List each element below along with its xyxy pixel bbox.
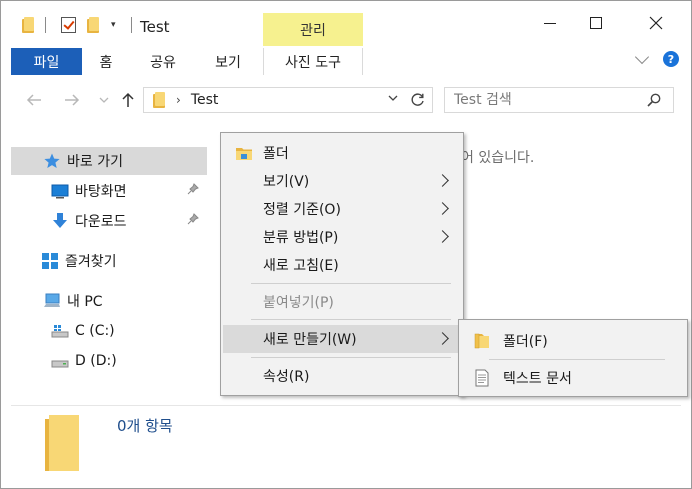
refresh-icon [411, 93, 424, 106]
quick-access-folder-icon[interactable] [21, 15, 35, 35]
divider [11, 405, 681, 406]
submenu-item-new-folder[interactable]: 폴더(F) [461, 327, 685, 355]
search-input[interactable] [454, 92, 634, 108]
help-icon[interactable]: ? [663, 51, 679, 67]
new-submenu: 폴더(F) 텍스트 문서 [458, 319, 688, 397]
explorer-window: ▾ Test 관리 파일 홈 공유 보기 사진 도구 ? › Test Test… [0, 0, 692, 489]
chevron-right-icon [436, 332, 449, 345]
address-bar[interactable]: › Test [143, 87, 433, 113]
chevron-right-icon [436, 174, 449, 187]
menu-separator [251, 283, 451, 284]
sidebar-item-label: 즐겨찾기 [65, 254, 117, 270]
window-title: Test [140, 18, 170, 36]
sidebar-item-drive-c[interactable]: C (C:) [11, 317, 207, 345]
minimize-button[interactable] [527, 1, 573, 45]
text-document-icon [475, 369, 489, 387]
tab-picture-tools[interactable]: 사진 도구 [263, 48, 363, 75]
star-icon [43, 152, 61, 170]
menu-item-folder[interactable]: 폴더 [223, 139, 461, 167]
close-icon [649, 16, 663, 30]
sidebar-item-quick-access[interactable]: 바로 가기 [11, 147, 207, 175]
recent-locations-button[interactable] [93, 89, 115, 111]
submenu-item-text-document[interactable]: 텍스트 문서 [461, 364, 685, 392]
arrow-up-icon [122, 92, 134, 107]
expand-ribbon-chevron-down-icon[interactable] [634, 49, 650, 64]
menu-item-properties[interactable]: 속성(R) [223, 362, 461, 390]
maximize-button[interactable] [573, 1, 619, 45]
chevron-down-icon [99, 97, 109, 103]
arrow-right-icon [65, 94, 80, 106]
sidebar-item-desktop[interactable]: 바탕화면 [11, 177, 207, 205]
folder-icon [152, 92, 166, 108]
sidebar-item-drive-d[interactable]: D (D:) [11, 347, 207, 375]
ribbon-tabs: 파일 홈 공유 보기 사진 도구 [1, 46, 691, 75]
forward-button[interactable] [61, 89, 83, 111]
menu-item-group-by[interactable]: 분류 방법(P) [223, 223, 461, 251]
folder-thumbnail-icon [43, 413, 83, 473]
breadcrumb-chevron-icon[interactable]: › [176, 93, 181, 107]
refresh-button[interactable] [408, 90, 428, 110]
menu-item-new[interactable]: 새로 만들기(W) [223, 325, 461, 353]
ribbon-controls: ? [634, 49, 679, 67]
arrow-left-icon [26, 94, 41, 106]
sidebar-item-label: 내 PC [67, 294, 103, 310]
close-button[interactable] [633, 1, 679, 45]
search-icon[interactable] [647, 93, 661, 107]
menu-separator [251, 357, 451, 358]
item-count: 0개 항목 [117, 417, 173, 435]
folder-icon [236, 148, 252, 160]
contextual-tab-group-manage: 관리 [263, 13, 363, 46]
tab-home[interactable]: 홈 [91, 48, 121, 75]
sidebar-item-downloads[interactable]: 다운로드 [11, 207, 207, 235]
back-button[interactable] [23, 89, 45, 111]
sidebar-item-label: 바탕화면 [75, 184, 127, 200]
folder-icon [474, 333, 489, 349]
chevron-right-icon [436, 202, 449, 215]
new-folder-icon[interactable] [86, 15, 100, 35]
minimize-icon [544, 22, 556, 24]
tab-file[interactable]: 파일 [11, 48, 82, 75]
drive-icon [51, 352, 69, 370]
sidebar-item-label: C (C:) [75, 323, 115, 339]
search-box[interactable] [444, 87, 674, 113]
download-arrow-icon [51, 212, 69, 230]
sidebar-item-label: D (D:) [75, 353, 117, 369]
menu-separator [489, 359, 665, 360]
chevron-right-icon [436, 230, 449, 243]
separator [131, 17, 132, 33]
title-bar: ▾ Test 관리 [1, 1, 691, 46]
maximize-icon [590, 17, 602, 29]
menu-separator [251, 319, 451, 320]
tab-share[interactable]: 공유 [141, 48, 185, 75]
context-menu: 폴더 보기(V) 정렬 기준(O) 분류 방법(P) 새로 고침(E) 붙여넣기… [220, 132, 464, 396]
pin-icon[interactable] [187, 183, 199, 198]
sidebar-item-this-pc[interactable]: 내 PC [11, 287, 207, 315]
grid-tiles-icon [41, 252, 59, 270]
computer-icon [43, 292, 61, 310]
menu-item-view[interactable]: 보기(V) [223, 167, 461, 195]
desktop-icon [51, 182, 69, 200]
breadcrumb-test[interactable]: Test [191, 92, 219, 108]
properties-check-icon[interactable] [61, 15, 76, 35]
up-button[interactable] [117, 89, 139, 111]
pin-icon[interactable] [187, 213, 199, 228]
address-dropdown-icon[interactable] [388, 92, 398, 105]
sidebar-item-favorites[interactable]: 즐겨찾기 [11, 247, 207, 275]
empty-folder-message: 어 있습니다. [461, 150, 535, 166]
sidebar-item-label: 다운로드 [75, 214, 127, 230]
tab-view[interactable]: 보기 [206, 48, 250, 75]
navigation-pane: 바로 가기 바탕화면 다운로드 즐겨찾기 내 PC C (C:) D (D:) [11, 131, 207, 401]
menu-item-sort-by[interactable]: 정렬 기준(O) [223, 195, 461, 223]
windows-drive-icon [51, 322, 69, 340]
menu-item-paste[interactable]: 붙여넣기(P) [223, 288, 461, 316]
customize-dropdown-icon[interactable]: ▾ [111, 15, 116, 35]
menu-item-refresh[interactable]: 새로 고침(E) [223, 251, 461, 279]
separator [45, 17, 46, 33]
sidebar-item-label: 바로 가기 [67, 154, 123, 170]
